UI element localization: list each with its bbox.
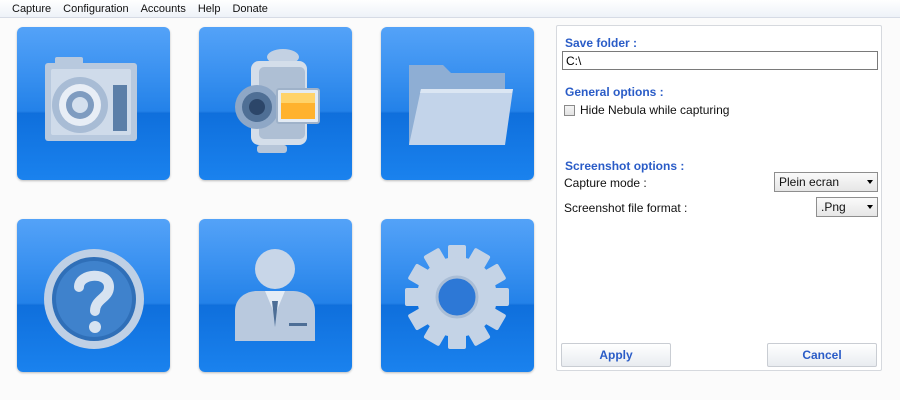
settings-tile[interactable]: [381, 219, 534, 372]
menu-capture[interactable]: Capture: [6, 0, 57, 18]
save-folder-title: Save folder :: [565, 36, 638, 50]
options-panel: Save folder : General options : Hide Neb…: [556, 25, 882, 371]
apply-button[interactable]: Apply: [561, 343, 671, 367]
capture-mode-select[interactable]: Plein ecran: [774, 172, 878, 192]
settings-gear-icon: [405, 245, 509, 349]
capture-tile[interactable]: [17, 27, 170, 180]
open-folder-tile[interactable]: [381, 27, 534, 180]
menu-donate[interactable]: Donate: [226, 0, 273, 18]
chevron-down-icon: [867, 180, 873, 184]
capture-mode-label: Capture mode :: [564, 176, 647, 190]
hide-nebula-option[interactable]: Hide Nebula while capturing: [564, 103, 729, 117]
file-format-value: .Png: [821, 200, 846, 214]
hide-nebula-label: Hide Nebula while capturing: [580, 103, 730, 117]
menu-bar: Capture Configuration Accounts Help Dona…: [0, 0, 900, 18]
general-options-title: General options :: [565, 85, 664, 99]
capture-mode-value: Plein ecran: [779, 175, 840, 189]
screenshot-options-title: Screenshot options :: [565, 159, 685, 173]
record-video-tile[interactable]: [199, 27, 352, 180]
cancel-button[interactable]: Cancel: [767, 343, 877, 367]
menu-configuration[interactable]: Configuration: [57, 0, 134, 18]
save-folder-input[interactable]: [562, 51, 878, 70]
camera-icon: [45, 57, 137, 141]
help-tile[interactable]: [17, 219, 170, 372]
video-camera-icon: [235, 49, 320, 153]
user-account-icon: [235, 249, 315, 341]
file-format-select[interactable]: .Png: [816, 197, 878, 217]
chevron-down-icon: [867, 205, 873, 209]
account-tile[interactable]: [199, 219, 352, 372]
file-format-label: Screenshot file format :: [564, 201, 688, 215]
help-icon: [44, 249, 144, 349]
menu-help[interactable]: Help: [192, 0, 227, 18]
hide-nebula-checkbox[interactable]: [564, 104, 575, 116]
menu-accounts[interactable]: Accounts: [135, 0, 192, 18]
folder-icon: [409, 65, 513, 145]
